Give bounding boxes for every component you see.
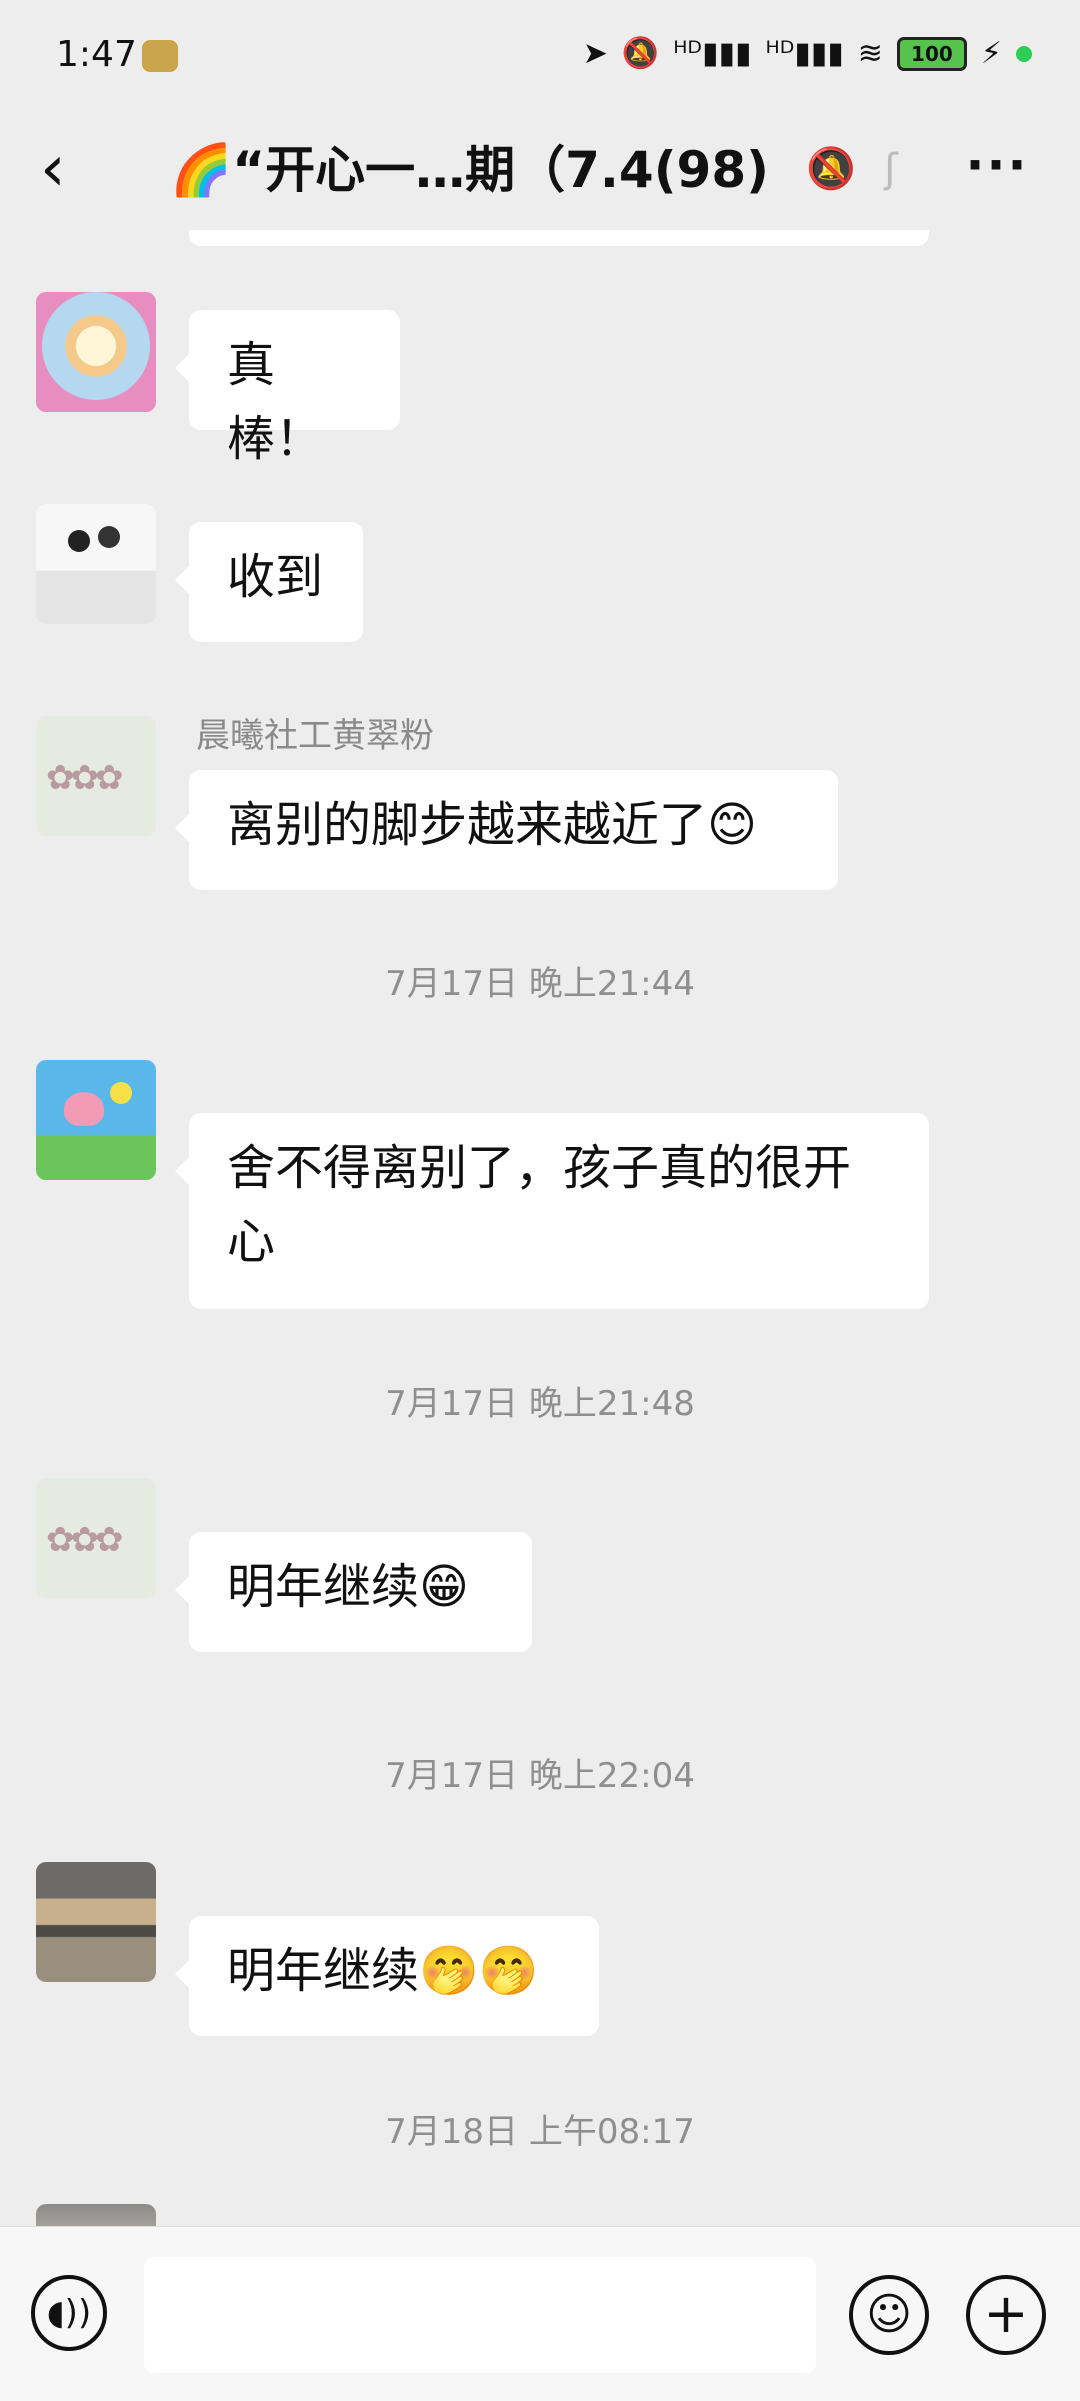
message-text-line: 舍不得离别了，孩子真的很开 xyxy=(227,1140,852,1196)
partial-message-bubble xyxy=(189,230,929,246)
avatar[interactable] xyxy=(36,292,156,412)
avatar[interactable] xyxy=(36,1060,156,1180)
more-options-button[interactable]: ··· xyxy=(962,136,1032,196)
back-button[interactable]: ‹ xyxy=(40,134,100,204)
privacy-dot-icon xyxy=(1016,45,1032,62)
timestamp: 7月17日 晚上21:48 xyxy=(385,1384,695,1424)
location-icon: ➤ xyxy=(582,36,608,71)
battery-icon: 100 xyxy=(896,36,967,71)
signal-icon-2: ᴴᴰ▮▮▮ xyxy=(765,36,844,71)
avatar[interactable] xyxy=(36,716,156,836)
message-input[interactable] xyxy=(144,2257,816,2373)
status-icons: ➤ 🔕 ᴴᴰ▮▮▮ ᴴᴰ▮▮▮ ≋ 100 ⚡ xyxy=(583,36,1032,71)
message-list[interactable]: 真棒！ 收到 晨曦社工黄翠粉 离别的脚步越来越近了😊 7月17日 晚上21:44… xyxy=(0,230,1080,2226)
message-bubble[interactable]: 舍不得离别了，孩子真的很开 心 xyxy=(175,1113,929,1309)
message-bubble[interactable]: 明年继续🤭🤭 xyxy=(175,1916,599,2036)
sender-name: 晨曦社工黄翠粉 xyxy=(196,716,434,756)
timestamp: 7月17日 晚上21:44 xyxy=(385,964,695,1004)
message-bubble[interactable]: 离别的脚步越来越近了😊 xyxy=(175,770,838,890)
input-bar: ◖)) ☺ + xyxy=(0,2226,1080,2401)
more-functions-button[interactable]: + xyxy=(966,2275,1046,2355)
avatar[interactable] xyxy=(36,2204,156,2226)
earpiece-mode-icon: ʃ xyxy=(884,146,898,192)
avatar[interactable] xyxy=(36,1862,156,1982)
signal-icon-1: ᴴᴰ▮▮▮ xyxy=(673,36,752,71)
charging-icon: ⚡ xyxy=(980,36,1002,71)
status-bar: 1:47 ➤ 🔕 ᴴᴰ▮▮▮ ᴴᴰ▮▮▮ ≋ 100 ⚡ xyxy=(0,0,1080,110)
voice-input-button[interactable]: ◖)) xyxy=(31,2275,107,2351)
message-bubble[interactable]: 明年继续😁 xyxy=(175,1532,532,1652)
message-bubble[interactable]: 收到 xyxy=(175,522,363,642)
message-bubble[interactable]: 真棒！ xyxy=(175,310,400,467)
chat-header: ‹ 🌈“开心一…期（7.4(98) 🔕 ʃ ··· xyxy=(0,110,1080,230)
wifi-icon: ≋ xyxy=(857,36,883,71)
avatar[interactable] xyxy=(36,1478,156,1598)
status-time: 1:47 xyxy=(56,34,137,75)
message-text-line: 心 xyxy=(227,1214,276,1270)
notification-app-icon xyxy=(142,40,178,72)
mute-bell-icon: 🔕 xyxy=(806,146,856,192)
mute-bell-icon: 🔕 xyxy=(621,36,660,71)
avatar[interactable] xyxy=(36,504,156,624)
timestamp: 7月18日 上午08:17 xyxy=(385,2112,695,2152)
emoji-button[interactable]: ☺ xyxy=(849,2275,929,2355)
chat-title[interactable]: 🌈“开心一…期（7.4(98) xyxy=(170,130,770,210)
timestamp: 7月17日 晚上22:04 xyxy=(385,1756,695,1796)
